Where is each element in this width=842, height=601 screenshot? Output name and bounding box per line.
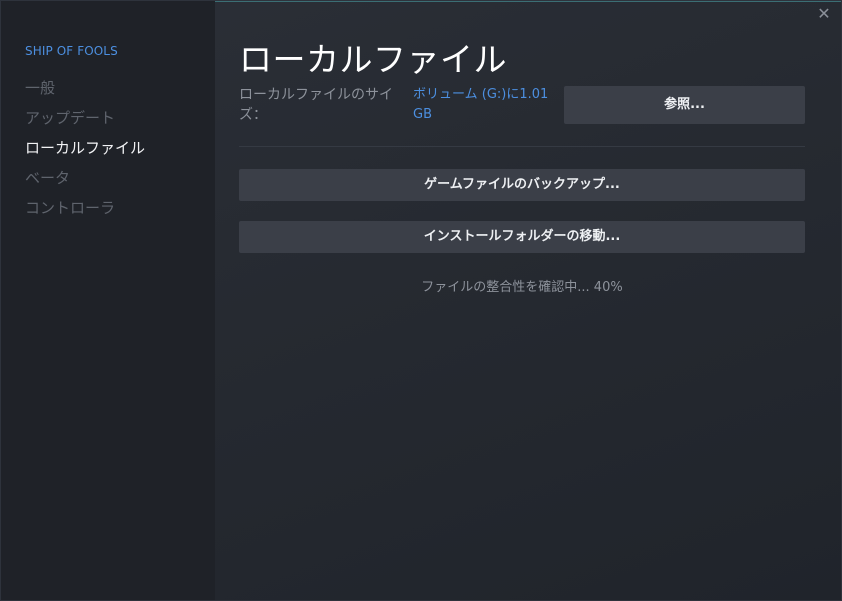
sidebar-item-betas[interactable]: ベータ bbox=[25, 168, 145, 198]
page-title: ローカルファイル bbox=[239, 40, 507, 79]
close-icon[interactable]: ✕ bbox=[815, 5, 833, 23]
sidebar-item-general[interactable]: 一般 bbox=[25, 78, 145, 108]
divider bbox=[239, 146, 805, 147]
verify-integrity-status: ファイルの整合性を確認中... 40% bbox=[421, 280, 623, 295]
move-install-folder-button[interactable]: インストールフォルダーの移動... bbox=[239, 221, 805, 253]
browse-button[interactable]: 参照... bbox=[564, 86, 805, 124]
local-files-size-label: ローカルファイルのサイズ： bbox=[239, 87, 393, 123]
sidebar-item-local-files[interactable]: ローカルファイル bbox=[25, 138, 145, 168]
game-title: SHIP OF FOOLS bbox=[25, 44, 118, 58]
sidebar-item-updates[interactable]: アップデート bbox=[25, 108, 145, 138]
sidebar-item-controller[interactable]: コントローラ bbox=[25, 198, 145, 228]
backup-game-files-button[interactable]: ゲームファイルのバックアップ... bbox=[239, 169, 805, 201]
properties-window: SHIP OF FOOLS 一般 アップデート ローカルファイル ベータ コント… bbox=[0, 0, 842, 601]
local-files-size-value: ボリューム (G:)に1.01 GB bbox=[413, 87, 549, 122]
sidebar-nav: 一般 アップデート ローカルファイル ベータ コントローラ bbox=[25, 78, 145, 228]
sidebar: SHIP OF FOOLS 一般 アップデート ローカルファイル ベータ コント… bbox=[1, 1, 215, 600]
